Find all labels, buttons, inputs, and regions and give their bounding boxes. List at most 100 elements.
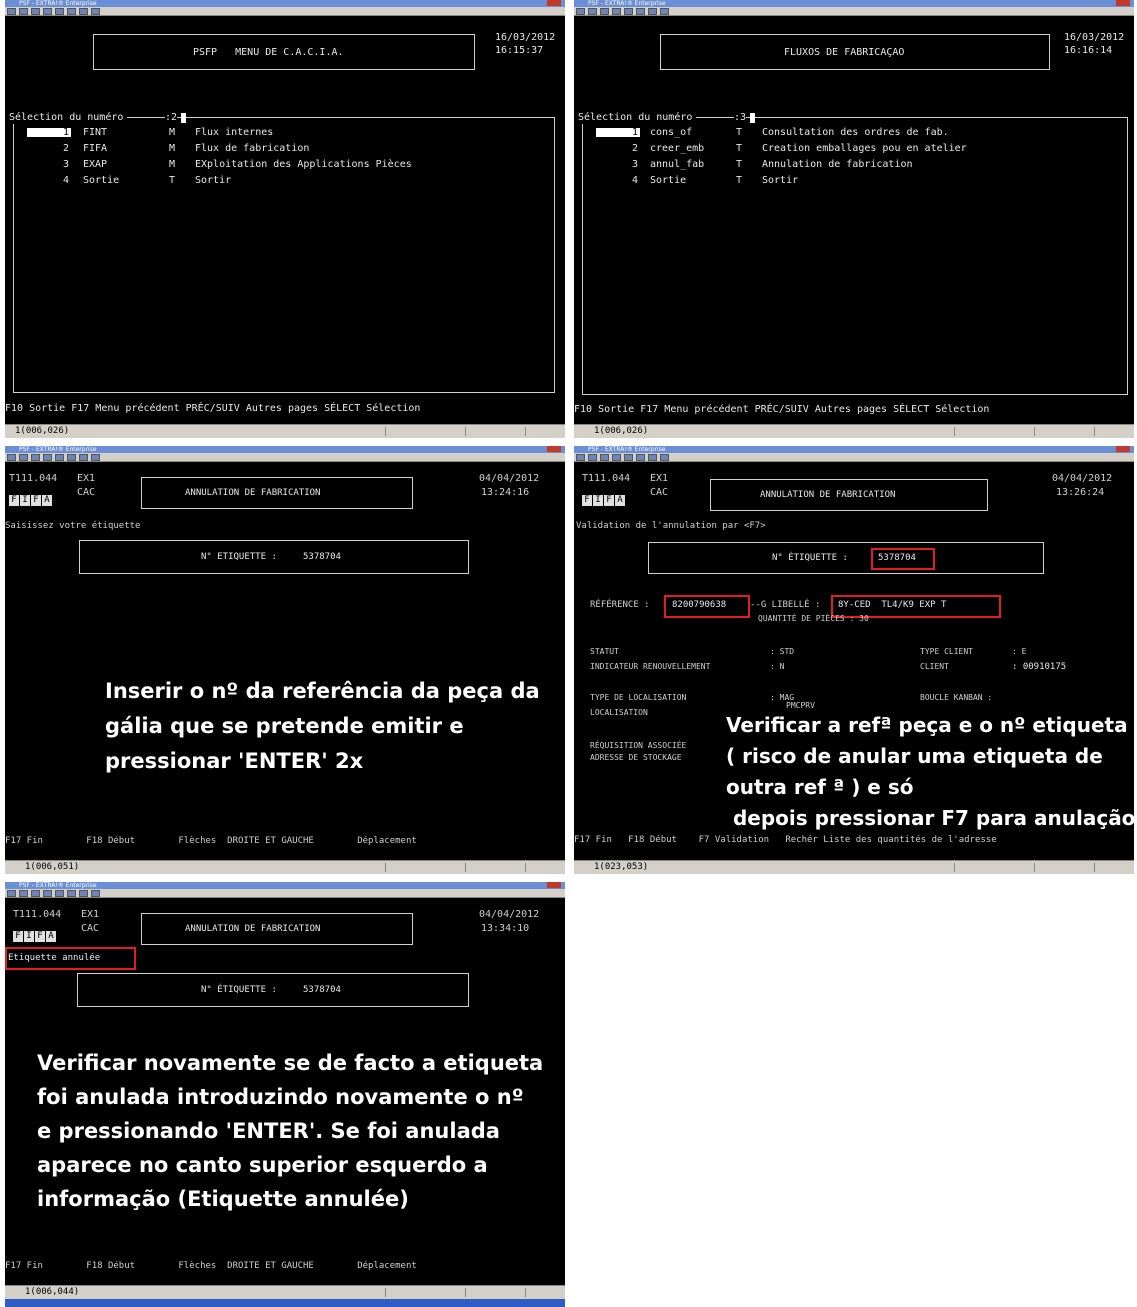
menu-item-desc: Annulation de fabrication bbox=[762, 159, 913, 170]
toolbar-icon[interactable] bbox=[43, 890, 52, 897]
toolbar-icon[interactable] bbox=[7, 890, 16, 897]
toolbar-icon[interactable] bbox=[660, 8, 669, 15]
toolbar-icon[interactable] bbox=[612, 8, 621, 15]
toolbar-icon[interactable] bbox=[91, 890, 100, 897]
menu-item-number: 2 bbox=[632, 143, 639, 154]
close-icon[interactable] bbox=[1116, 446, 1130, 452]
toolbar-icon[interactable] bbox=[576, 8, 585, 15]
toolbar-icon[interactable] bbox=[43, 454, 52, 461]
fifa-badge: FIFA bbox=[582, 487, 626, 506]
menu-item-type: M bbox=[169, 143, 176, 154]
windows-taskbar bbox=[5, 1299, 565, 1307]
toolbar-icon[interactable] bbox=[19, 8, 28, 15]
screen-time: 16:15:37 bbox=[495, 45, 544, 56]
toolbar-icon[interactable] bbox=[7, 454, 16, 461]
transaction-code: T111.044 bbox=[9, 473, 58, 484]
close-icon[interactable] bbox=[547, 882, 561, 888]
toolbar-icon[interactable] bbox=[31, 890, 40, 897]
menu-item-desc: Sortir bbox=[195, 175, 232, 186]
toolbar-icon[interactable] bbox=[67, 454, 76, 461]
toolbar-icon[interactable] bbox=[600, 454, 609, 461]
function-keys-footer: F10 Sortie F17 Menu précédent PRÉC/SUIV … bbox=[5, 403, 421, 414]
menu-item-number: 4 bbox=[63, 175, 70, 186]
toolbar-icon[interactable] bbox=[43, 8, 52, 15]
screen-title: ANNULATION DE FABRICATION bbox=[185, 488, 321, 498]
localisation-label: LOCALISATION bbox=[590, 708, 648, 717]
toolbar-icon[interactable] bbox=[7, 8, 16, 15]
toolbar-icon[interactable] bbox=[648, 454, 657, 461]
close-icon[interactable] bbox=[547, 446, 561, 452]
requisition-label: RÉQUISITION ASSOCIÉE bbox=[590, 741, 687, 750]
function-keys-footer: F10 Sortie F17 Menu précédent PRÉC/SUIV … bbox=[574, 404, 990, 415]
etiquette-value: 5378704 bbox=[303, 985, 341, 995]
menu-item-type: T bbox=[169, 175, 176, 186]
toolbar bbox=[574, 453, 1134, 462]
selection-input[interactable]: :3 bbox=[734, 112, 747, 124]
cursor-position: 1(006,051) bbox=[25, 862, 80, 872]
toolbar-icon[interactable] bbox=[79, 454, 88, 461]
toolbar-icon[interactable] bbox=[624, 454, 633, 461]
toolbar-icon[interactable] bbox=[31, 454, 40, 461]
client-label: CLIENT bbox=[920, 662, 949, 671]
terminal-screen-annulation-validation: PSF - EXTRA!® Enterprise T111.044 EX1 FI… bbox=[574, 446, 1134, 874]
close-icon[interactable] bbox=[547, 0, 561, 6]
menu-item-desc: Flux internes bbox=[195, 127, 274, 138]
fifa-badge: FIFA bbox=[9, 487, 53, 506]
screen-title: FLUXOS DE FABRICAÇAO bbox=[784, 47, 905, 58]
toolbar-icon[interactable] bbox=[67, 890, 76, 897]
status-bar: 1(006,051) bbox=[5, 860, 565, 874]
close-icon[interactable] bbox=[1116, 0, 1130, 6]
menu-item-code: annul_fab bbox=[650, 159, 705, 170]
menu-item-desc: Creation emballages pou en atelier bbox=[762, 143, 967, 154]
status-bar: 1(023,053) bbox=[574, 860, 1134, 874]
status-bar: 1(006,044) bbox=[5, 1285, 565, 1299]
screen-date: 04/04/2012 bbox=[479, 473, 540, 484]
menu-item-type: T bbox=[736, 143, 743, 154]
screen-date: 04/04/2012 bbox=[1052, 473, 1113, 484]
toolbar-icon[interactable] bbox=[660, 454, 669, 461]
toolbar-icon[interactable] bbox=[19, 454, 28, 461]
toolbar-icon[interactable] bbox=[636, 8, 645, 15]
screen-time: 16:16:14 bbox=[1064, 45, 1113, 56]
toolbar-icon[interactable] bbox=[79, 890, 88, 897]
toolbar-icon[interactable] bbox=[79, 8, 88, 15]
toolbar-icon[interactable] bbox=[636, 454, 645, 461]
statut-label: STATUT bbox=[590, 647, 619, 656]
toolbar-icon[interactable] bbox=[55, 8, 64, 15]
toolbar-icon[interactable] bbox=[91, 8, 100, 15]
toolbar-icon[interactable] bbox=[648, 8, 657, 15]
window-titlebar: PSF - EXTRA!® Enterprise bbox=[5, 0, 565, 7]
toolbar-icon[interactable] bbox=[588, 454, 597, 461]
toolbar-icon[interactable] bbox=[55, 890, 64, 897]
environment-code: EX1 bbox=[650, 473, 669, 484]
text-cursor bbox=[181, 113, 186, 123]
toolbar-icon[interactable] bbox=[588, 8, 597, 15]
toolbar-icon[interactable] bbox=[19, 890, 28, 897]
toolbar-icon[interactable] bbox=[67, 8, 76, 15]
menu-item-type: T bbox=[736, 159, 743, 170]
menu-item-code: Sortie bbox=[650, 175, 687, 186]
libelle-value: 8Y-CED TL4/K9 EXP T bbox=[838, 600, 947, 610]
toolbar-icon[interactable] bbox=[55, 454, 64, 461]
menu-item-code: Sortie bbox=[83, 175, 120, 186]
screen-title: ANNULATION DE FABRICATION bbox=[760, 490, 896, 500]
cursor-position: 1(006,026) bbox=[594, 426, 649, 436]
selection-input[interactable]: :2 bbox=[165, 112, 178, 124]
type-client-value: : E bbox=[1012, 647, 1027, 656]
toolbar-icon[interactable] bbox=[612, 454, 621, 461]
menu-item-type: M bbox=[169, 127, 176, 138]
menu-item-desc: Flux de fabrication bbox=[195, 143, 310, 154]
toolbar-icon[interactable] bbox=[31, 8, 40, 15]
screen-time: 13:26:24 bbox=[1056, 487, 1105, 498]
screen-message: Saisissez votre étiquette bbox=[5, 521, 141, 531]
toolbar-icon[interactable] bbox=[600, 8, 609, 15]
toolbar-icon[interactable] bbox=[91, 454, 100, 461]
screen-title: ANNULATION DE FABRICATION bbox=[185, 924, 321, 934]
client-value: : 00910175 bbox=[1012, 662, 1067, 672]
etiquette-input[interactable]: 5378704 bbox=[303, 551, 341, 563]
screen-date: 16/03/2012 bbox=[495, 32, 556, 43]
toolbar-icon[interactable] bbox=[624, 8, 633, 15]
menu-item-number: 1 bbox=[632, 127, 639, 138]
toolbar bbox=[574, 7, 1134, 16]
toolbar-icon[interactable] bbox=[576, 454, 585, 461]
